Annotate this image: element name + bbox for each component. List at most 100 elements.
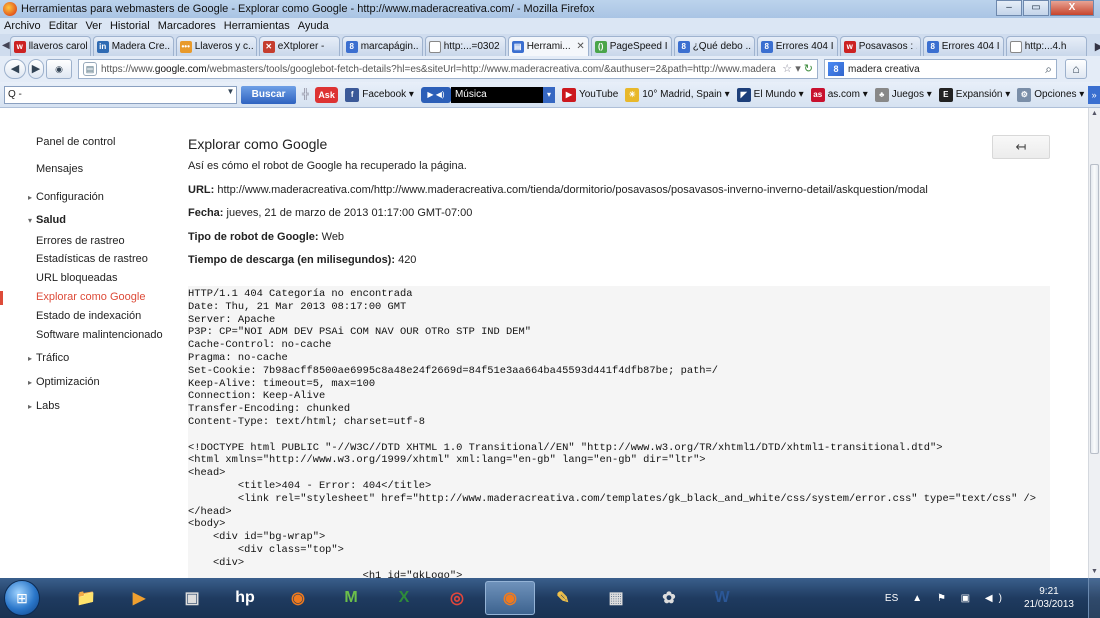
tab-favicon-icon bbox=[428, 40, 441, 53]
minimize-button[interactable]: ‒ bbox=[996, 0, 1022, 16]
bookmark-item[interactable]: ⚙ Opciones ▾ bbox=[1017, 87, 1084, 102]
sidebar-item-8[interactable]: Estado de indexación bbox=[36, 310, 141, 322]
sidebar-item-7[interactable]: Explorar como Google bbox=[36, 291, 145, 303]
play-icon[interactable]: ▶ ◀) bbox=[420, 86, 451, 103]
tab-5[interactable]: http:...=0302 bbox=[424, 36, 506, 56]
bookmark-item[interactable]: ♣ Juegos ▾ bbox=[874, 87, 932, 102]
sidebar-item-1[interactable]: Mensajes bbox=[36, 163, 83, 175]
search-bar[interactable]: 8 madera creativa ⌕ bbox=[824, 59, 1057, 79]
dropdown-icon[interactable]: ▾ bbox=[542, 86, 555, 103]
tab-scroll-right-icon[interactable]: ▶ bbox=[1091, 40, 1100, 53]
menu-archivo[interactable]: Archivo bbox=[0, 20, 45, 32]
toolbar-search-placeholder: Q - bbox=[8, 89, 22, 100]
sidebar-item-3[interactable]: ▾ Salud bbox=[28, 214, 66, 226]
clock[interactable]: 9:21 21/03/2013 bbox=[1024, 585, 1074, 611]
forward-arrow-icon[interactable]: ▶ bbox=[28, 59, 44, 79]
tab-10[interactable]: wPosavasos : ... bbox=[839, 36, 921, 56]
dropdown-icon[interactable]: ▼ bbox=[226, 87, 234, 96]
window-title: Herramientas para webmasters de Google -… bbox=[21, 3, 595, 15]
taskbar-firefox-active-icon[interactable]: ◉ bbox=[485, 581, 535, 615]
vertical-scrollbar[interactable]: ▲ ▼ bbox=[1088, 108, 1100, 578]
bookmark-item[interactable]: ☀ 10° Madrid, Spain ▾ bbox=[625, 87, 730, 102]
show-desktop-button[interactable] bbox=[1088, 578, 1100, 618]
music-player[interactable]: ▶ ◀) Música ▾ bbox=[420, 86, 555, 103]
tab-0[interactable]: w llaveros carol bbox=[9, 36, 91, 56]
sidebar-item-10[interactable]: ▸ Tráfico bbox=[28, 352, 69, 364]
tab-4[interactable]: 8 marcapágin... bbox=[341, 36, 423, 56]
taskbar-notes-icon[interactable]: ✎ bbox=[538, 581, 588, 615]
taskbar-firefox-icon[interactable]: ◉ bbox=[273, 581, 323, 615]
back-arrow-icon[interactable]: ◀ bbox=[4, 59, 26, 79]
tab-1[interactable]: in Madera Cre... bbox=[92, 36, 174, 56]
sidebar-item-12[interactable]: ▸ Labs bbox=[28, 400, 60, 412]
tab-9[interactable]: 8Errores 404 I... bbox=[756, 36, 838, 56]
bookmark-item[interactable]: ▶ YouTube bbox=[561, 87, 619, 102]
sidebar-item-6[interactable]: URL bloqueadas bbox=[36, 272, 118, 284]
tab-7[interactable]: ()PageSpeed I... bbox=[590, 36, 672, 56]
bookmark-facebook[interactable]: f Facebook ▾ bbox=[345, 87, 414, 102]
scroll-up-icon[interactable]: ▲ bbox=[1089, 108, 1100, 120]
scroll-down-icon[interactable]: ▼ bbox=[1089, 566, 1100, 578]
tray-icons[interactable]: ▲ ⚑ ▣ ◀) bbox=[912, 593, 1008, 604]
more-bookmarks-icon[interactable]: » bbox=[1088, 85, 1100, 104]
menu-ver[interactable]: Ver bbox=[81, 20, 106, 32]
tab-scroll-left-icon[interactable]: ◀ bbox=[2, 36, 10, 56]
sidebar-item-label: Salud bbox=[36, 214, 66, 226]
ask-icon[interactable]: Ask bbox=[314, 86, 339, 103]
sidebar-item-2[interactable]: ▸ Configuración bbox=[28, 191, 104, 203]
menu-ayuda[interactable]: Ayuda bbox=[294, 20, 333, 32]
menu-marcadores[interactable]: Marcadores bbox=[154, 20, 220, 32]
taskbar-devices-icon[interactable]: ▣ bbox=[167, 581, 217, 615]
taskbar-media-player-icon[interactable]: ▶ bbox=[114, 581, 164, 615]
taskbar-movistar-icon[interactable]: M bbox=[326, 581, 376, 615]
taskbar-excel-icon[interactable]: X bbox=[379, 581, 429, 615]
toolbar-search-input[interactable]: Q - ▼ bbox=[4, 85, 238, 104]
bookmark-label: as.com ▾ bbox=[827, 89, 868, 100]
menu-herramientas[interactable]: Herramientas bbox=[220, 20, 294, 32]
close-button[interactable]: X bbox=[1050, 0, 1094, 16]
scrollbar-thumb[interactable] bbox=[1090, 164, 1099, 454]
bookmark-item[interactable]: as as.com ▾ bbox=[810, 87, 868, 102]
taskbar-chrome-icon[interactable]: ◎ bbox=[432, 581, 482, 615]
search-engine-icon[interactable]: 8 bbox=[828, 62, 844, 76]
taskbar-word-icon[interactable]: W bbox=[697, 581, 747, 615]
sidebar-item-label: Estadísticas de rastreo bbox=[36, 253, 148, 265]
taskbar-hp-icon[interactable]: hp bbox=[220, 581, 270, 615]
reload-icon[interactable]: ↻ bbox=[804, 63, 813, 75]
sidebar-item-5[interactable]: Estadísticas de rastreo bbox=[36, 253, 148, 265]
tab-8[interactable]: 8 ¿Qué debo ... bbox=[673, 36, 755, 56]
bookmark-star-icon[interactable]: ☆ bbox=[782, 63, 792, 75]
tab-6[interactable]: ▤ Herrami... ✕ bbox=[507, 36, 589, 56]
menu-historial[interactable]: Historial bbox=[106, 20, 154, 32]
tab-11[interactable]: 8Errores 404 I... bbox=[922, 36, 1004, 56]
search-icon[interactable]: ⌕ bbox=[1045, 62, 1052, 77]
taskbar-explorer-icon[interactable]: 📁 bbox=[61, 581, 111, 615]
sidebar-item-0[interactable]: Panel de control bbox=[36, 136, 116, 148]
maximize-button[interactable]: ▭ bbox=[1023, 0, 1049, 16]
url-bar[interactable]: ▤ https://www. google.com/webmasters/tool… bbox=[78, 59, 818, 79]
tab-2[interactable]: ••• Llaveros y c... bbox=[175, 36, 257, 56]
url-prefix: https://www. bbox=[101, 63, 155, 75]
bookmark-item[interactable]: E Expansión ▾ bbox=[938, 87, 1010, 102]
taskbar-paint-icon[interactable]: ✿ bbox=[644, 581, 694, 615]
start-button[interactable]: ⊞ bbox=[4, 580, 40, 616]
tab-3[interactable]: ✕ eXtplorer - bbox=[258, 36, 340, 56]
identity-icon[interactable]: ◉ bbox=[46, 59, 72, 79]
taskbar-calendar-icon[interactable]: ▦ bbox=[591, 581, 641, 615]
sidebar-item-4[interactable]: Errores de rastreo bbox=[36, 235, 125, 247]
tab-label: PageSpeed I... bbox=[609, 41, 668, 52]
buscar-button[interactable]: Buscar bbox=[241, 85, 296, 104]
tab-12[interactable]: http:...4.h bbox=[1005, 36, 1087, 56]
bookmark-label: YouTube bbox=[578, 89, 619, 100]
taskbar-apps: 📁 ▶ ▣ hp ◉ M X ◎ ◉ ✎ ▦ ✿ W bbox=[58, 581, 747, 615]
tab-close-icon[interactable]: ✕ bbox=[576, 41, 584, 52]
site-identity-icon[interactable]: ▤ bbox=[83, 62, 97, 76]
language-indicator[interactable]: ES bbox=[885, 593, 898, 604]
bookmark-item[interactable]: ◤ El Mundo ▾ bbox=[736, 87, 804, 102]
sidebar-item-9[interactable]: Software malintencionado bbox=[36, 329, 163, 341]
back-button[interactable]: ↤ bbox=[992, 135, 1050, 159]
sidebar-item-11[interactable]: ▸ Optimización bbox=[28, 376, 100, 388]
home-icon[interactable]: ⌂ bbox=[1065, 59, 1087, 79]
menu-editar[interactable]: Editar bbox=[45, 20, 82, 32]
dropdown-icon[interactable]: ▾ bbox=[795, 63, 801, 75]
